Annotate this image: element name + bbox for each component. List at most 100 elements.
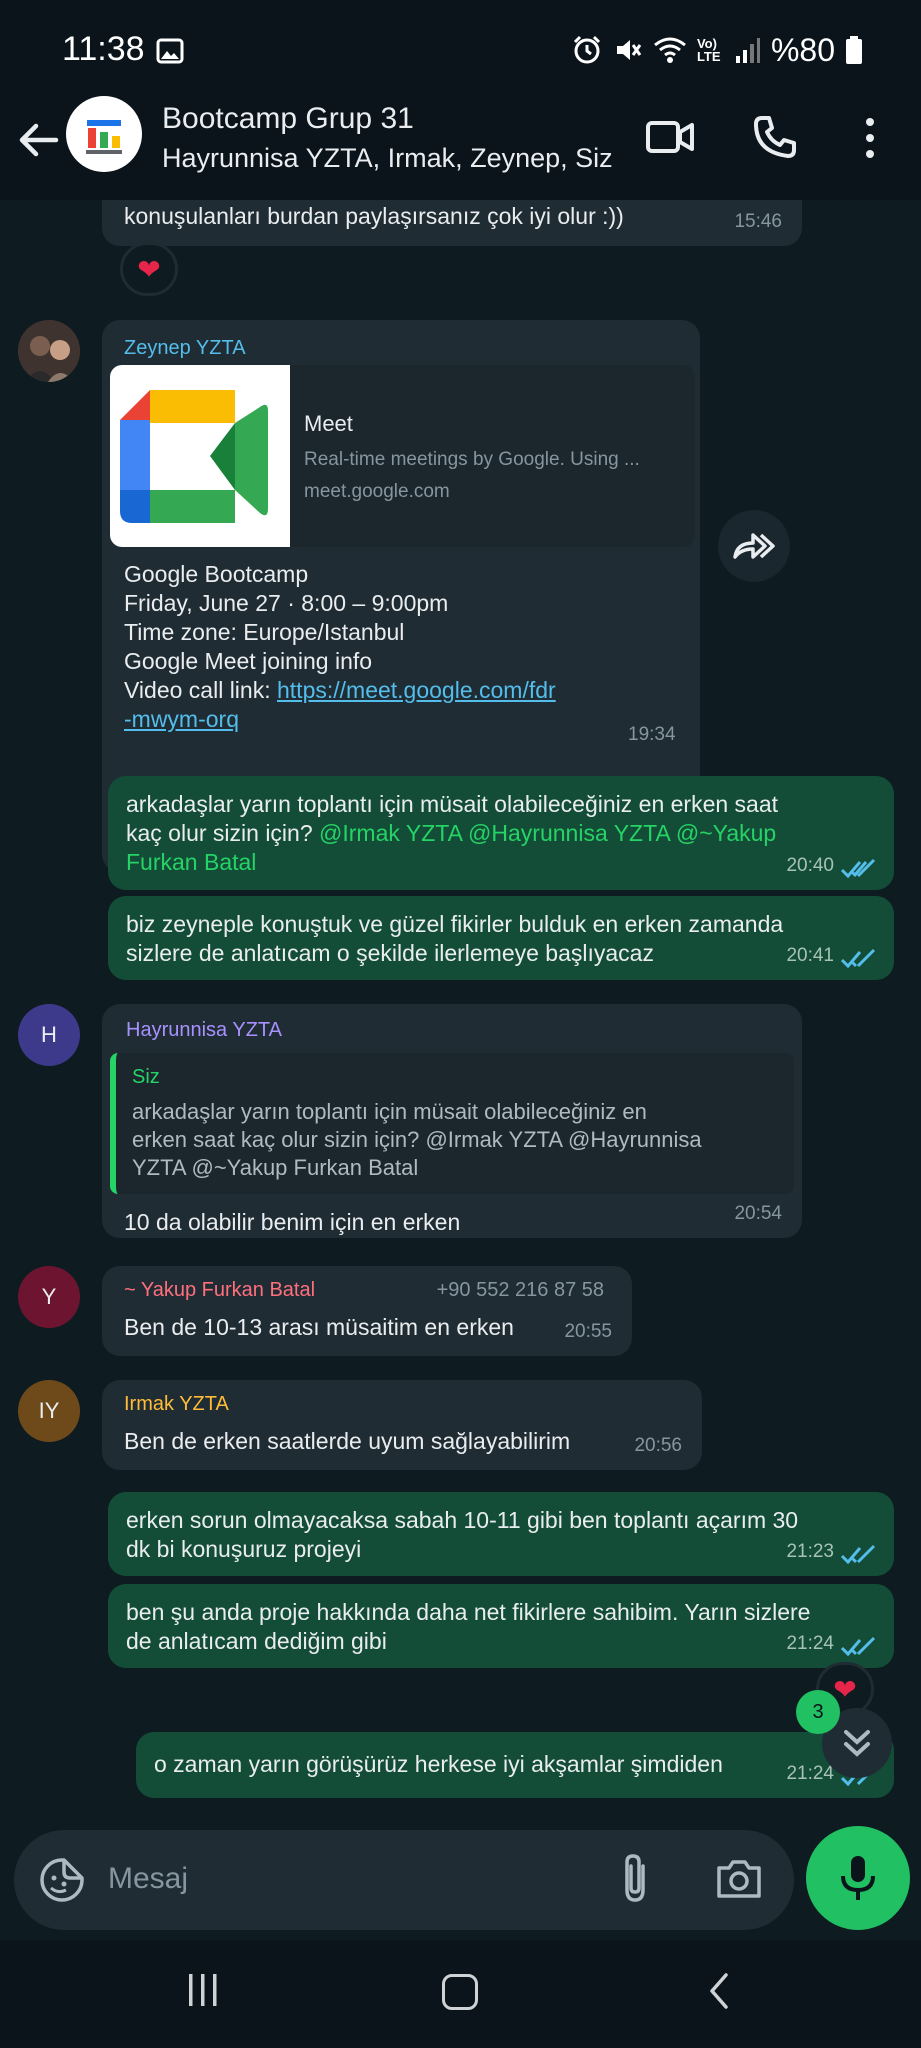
sender-name: Zeynep YZTA (124, 337, 246, 359)
paperclip-icon[interactable] (617, 1852, 653, 1904)
voice-message-button[interactable] (806, 1826, 910, 1930)
message-time: 20:56 (634, 1435, 682, 1456)
status-time: 11:38 (62, 30, 145, 68)
message-bubble-outgoing[interactable]: erken sorun olmayacaksa sabah 10-11 gibi… (108, 1492, 894, 1576)
forward-icon (733, 533, 775, 559)
read-ticks-icon (840, 858, 876, 879)
quoted-message[interactable]: Siz arkadaşlar yarın toplantı için müsai… (110, 1053, 794, 1194)
message-line: dk bi konuşuruz projeyi (126, 1536, 362, 1562)
read-ticks-icon (840, 1544, 876, 1565)
message-line: sizlere de anlatıcam o şekilde ilerlemey… (126, 940, 654, 966)
link-preview-thumbnail (110, 365, 290, 547)
sender-name: Hayrunnisa YZTA (126, 1019, 282, 1041)
avatar-hayrunnisa[interactable]: H (18, 1004, 80, 1066)
video-call-icon[interactable] (646, 118, 694, 156)
recent-apps-icon[interactable] (186, 1972, 220, 2008)
double-chevron-down-icon (844, 1730, 870, 1757)
quoted-line: erken saat kaç olur sizin için? @Irmak Y… (132, 1127, 702, 1152)
wifi-icon (654, 37, 686, 63)
message-line: biz zeyneple konuştuk ve güzel fikirler … (126, 911, 784, 937)
message-bubble-outgoing[interactable]: biz zeyneple konuştuk ve güzel fikirler … (108, 896, 894, 980)
message-line: Google Bootcamp (124, 561, 309, 587)
avatar-letter: IY (38, 1398, 60, 1423)
message-bubble-incoming[interactable]: ~ Yakup Furkan Batal +90 552 216 87 58 B… (102, 1266, 632, 1356)
message-line: ben şu anda proje hakkında daha net fiki… (126, 1599, 811, 1625)
profile-photo (18, 320, 80, 382)
meet-link[interactable]: https://meet.google.com/fdr (277, 677, 556, 703)
camera-icon[interactable] (715, 1856, 763, 1900)
message-time: 21:24 (786, 1633, 834, 1654)
message-time: 21:23 (786, 1541, 834, 1562)
message-bubble-incoming[interactable]: Irmak YZTA Ben de erken saatlerde uyum s… (102, 1380, 702, 1470)
message-bubble-outgoing[interactable]: ben şu anda proje hakkında daha net fiki… (108, 1584, 894, 1668)
message-text: 10 da olabilir benim için en erken (124, 1209, 461, 1235)
avatar-letter: H (41, 1022, 57, 1047)
message-time: 20:41 (786, 945, 834, 966)
avatar-irmak[interactable]: IY (18, 1380, 80, 1442)
mute-icon (616, 40, 642, 60)
chat-title[interactable]: Bootcamp Grup 31 (162, 102, 414, 136)
home-icon[interactable] (442, 1974, 478, 2010)
read-ticks-icon (840, 1636, 876, 1657)
network-type-label: Vo) LTE (696, 36, 721, 64)
battery-percent: %80 (770, 31, 835, 68)
message-line: Time zone: Europe/Istanbul (124, 619, 405, 645)
meet-link-continued[interactable]: -mwym-orq (124, 706, 239, 732)
message-bubble-incoming[interactable]: Hayrunnisa YZTA Siz arkadaşlar yarın top… (102, 1004, 802, 1238)
more-vert-icon[interactable] (858, 116, 882, 160)
gallery-notification-icon (156, 38, 184, 64)
google-meet-logo-icon (120, 390, 268, 523)
message-text: konuşulanları burdan paylaşırsanız çok i… (124, 203, 624, 229)
quoted-line: YZTA @~Yakup Furkan Batal (132, 1155, 419, 1180)
message-time: 20:54 (734, 1203, 782, 1224)
status-icons: Vo) LTE %80 (571, 28, 863, 72)
chat-participants[interactable]: Hayrunnisa YZTA, Irmak, Zeynep, Siz (162, 143, 613, 174)
sender-display-name: ~ Yakup Furkan Batal (124, 1279, 316, 1301)
link-preview-title: Meet (304, 411, 353, 436)
alarm-icon (573, 35, 601, 64)
sender-phone: +90 552 216 87 58 (436, 1279, 604, 1301)
group-avatar[interactable] (66, 96, 142, 172)
read-ticks-icon (840, 948, 876, 969)
avatar-zeynep[interactable] (18, 320, 80, 382)
message-input-placeholder[interactable]: Mesaj (108, 1862, 188, 1896)
nav-back-icon[interactable] (706, 1972, 732, 2010)
message-bubble-incoming[interactable]: konuşulanları burdan paylaşırsanız çok i… (102, 200, 802, 246)
avatar-yakup[interactable]: Y (18, 1266, 80, 1328)
microphone-icon (841, 1856, 875, 1900)
signal-icon (735, 38, 760, 63)
avatar-letter: Y (41, 1284, 57, 1309)
message-body: Google Bootcamp Friday, June 27 · 8:00 –… (124, 560, 556, 734)
message-text: Ben de 10-13 arası müsaitim en erken (124, 1314, 514, 1340)
message-time: 15:46 (734, 211, 782, 232)
message-line: -mwym-orq (124, 705, 556, 734)
forward-button[interactable] (718, 510, 790, 582)
back-arrow-icon[interactable] (16, 118, 60, 162)
quoted-line: arkadaşlar yarın toplantı için müsait ol… (132, 1099, 647, 1124)
message-time: 20:40 (786, 855, 834, 876)
sticker-emoji-icon[interactable] (38, 1856, 86, 1904)
message-text: Ben de erken saatlerde uyum sağlayabilir… (124, 1428, 571, 1454)
message-line: arkadaşlar yarın toplantı için müsait ol… (126, 791, 779, 817)
mention-tags[interactable]: @Irmak YZTA @Hayrunnisa YZTA @~Yakup (319, 820, 776, 846)
message-bubble-outgoing[interactable]: arkadaşlar yarın toplantı için müsait ol… (108, 776, 894, 890)
link-preview[interactable]: Meet Real-time meetings by Google. Using… (110, 365, 695, 547)
message-text: o zaman yarın görüşürüz herkese iyi akşa… (154, 1751, 723, 1777)
message-time: 20:55 (564, 1321, 612, 1342)
chat-area[interactable]: konuşulanları burdan paylaşırsanız çok i… (0, 200, 921, 1820)
heart-reaction[interactable]: ❤ (120, 242, 178, 296)
message-line: de anlatıcam dediğim gibi (126, 1628, 387, 1654)
message-line: erken sorun olmayacaksa sabah 10-11 gibi… (126, 1507, 799, 1533)
message-line: Friday, June 27 · 8:00 – 9:00pm (124, 590, 449, 616)
status-bar: 11:38 Vo) LTE %80 (0, 0, 921, 100)
mention-tag[interactable]: Furkan Batal (126, 848, 876, 877)
phone-icon[interactable] (752, 114, 798, 160)
link-label: Video call link: (124, 677, 277, 703)
heart-reaction-emoji: ❤ (137, 253, 161, 285)
message-bubble-outgoing[interactable]: o zaman yarın görüşürüz herkese iyi akşa… (136, 1732, 894, 1798)
group-logo-icon (86, 120, 122, 154)
sender-name: ~ Yakup Furkan Batal +90 552 216 87 58 (120, 1276, 614, 1305)
message-line: Video call link: https://meet.google.com… (124, 676, 556, 705)
message-text: kaç olur sizin için? (126, 820, 320, 846)
message-time: 21:24 (786, 1763, 834, 1784)
